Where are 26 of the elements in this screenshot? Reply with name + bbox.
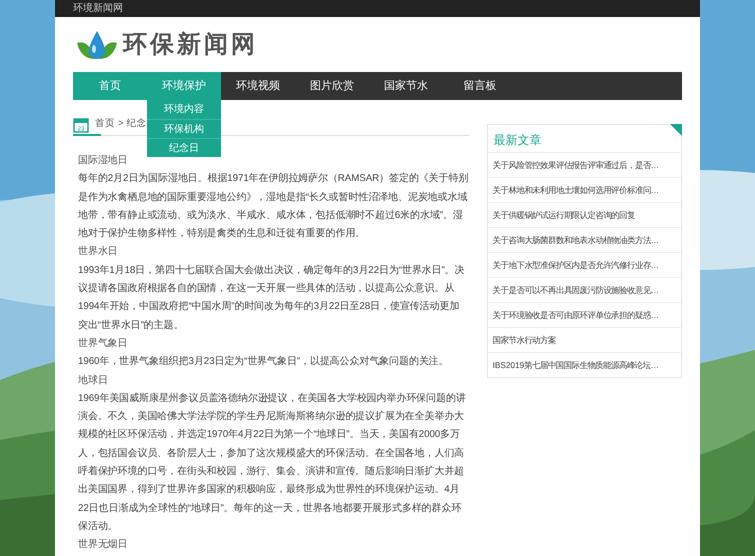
section-heading: 世界气象日 <box>78 336 128 351</box>
section-heading: 世界水日 <box>78 244 118 260</box>
article-link[interactable]: 关于环境验收是否可由原环评单位承担的疑惑… <box>488 302 681 327</box>
article-link[interactable]: IBS2019第七届中国国际生物质能源高峰论坛… <box>488 352 681 377</box>
article-link[interactable]: 关于供暖锅炉试运行期限认定咨询的回复 <box>488 202 681 227</box>
paragraph: 1969年美国威斯康星州参议员盖洛德纳尔逊提议，在美国各大学校园内举办环保问题的讲演会。不久，美国哈佛大学法学院的学生丹尼斯海斯将纳尔逊的提议扩展为在全美举办大规模的社区环保活动，并选定1970年4月22日为第一个“地球日”。当天，美国有2000多万人，包括国会议员、各阶层人士，参加了这次规模盛大的环保活动。在全国各地，人们高呼着保护环境的口号，在街头和校园，游行、集会、演讲和宣传。随后影响日渐扩大并超出美国国界，得到了世界许多国家的积极响应，最终形成为世界性的环境保护运动。4月22日也日渐成为全球性的“地球日”。每年的这一天，世界各地都要开展形式多样的群众环保活动。 <box>78 392 467 534</box>
site-name: 环境新闻网 <box>73 4 123 14</box>
section-heading: 世界无烟日 <box>78 538 128 552</box>
article-link[interactable]: 关于地下水型准保护区内是否允许汽修行业存… <box>488 252 681 277</box>
section-heading: 地球日 <box>78 374 108 388</box>
section-heading: 国际湿地日 <box>78 154 128 168</box>
logo-title: 环保新闻网 <box>123 30 258 60</box>
article-link[interactable]: 国家节水行动方案 <box>488 327 681 352</box>
article-link[interactable]: 关于咨询大肠菌群数和地表水动植物油类方法… <box>488 227 681 252</box>
article-link[interactable]: 关于风险管控效果评估报告评审通过后，是否… <box>488 152 681 177</box>
article-link[interactable]: 关于林地和未利用地土壤如何选用评价标准问… <box>488 177 681 202</box>
breadcrumb-link[interactable]: 首页 <box>95 117 115 132</box>
paragraph: 1993年1月18日，第四十七届联合国大会做出决议，确定每年的3月22日为“世界水日”。决议提请各国政府根据各自的国情，在这一天开展一些具体的活动，以提高公众意识。从1994年开始，中国政府把“中国水周”的时间改为每年的3月22日至28日，使宣传活动更加突出“世界水日”的主题。 <box>78 264 466 333</box>
breadcrumb-link[interactable]: 纪念 <box>126 117 147 132</box>
paragraph: 1960年，世界气象组织把3月23日定为“世界气象日”，以提高公众对气象问题的关注。 <box>78 354 450 370</box>
logo-icon <box>75 28 119 60</box>
sidebar-title: 最新文章 <box>494 132 543 149</box>
breadcrumb-separator: > <box>118 117 124 132</box>
article-link[interactable]: 关于是否可以不再出具固废污防设施验收意见… <box>488 277 681 302</box>
corner-triangle-icon <box>670 124 682 136</box>
paragraph: 每年的2月2日为国际湿地日。根据1971年在伊朗拉姆萨尔（RAMSAR）签定的《关于特别是作为水禽栖息地的国际重要湿地公约》，湿地是指“长久或暂时性沼泽地、泥炭地或水域地带，带有静止或流动、或为淡水、半咸水、咸水体，包括低潮时不超过6米的水域”。湿地对于保护生物多样性，特别是禽类的生息和迁徙有重要的作用。 <box>78 172 469 242</box>
